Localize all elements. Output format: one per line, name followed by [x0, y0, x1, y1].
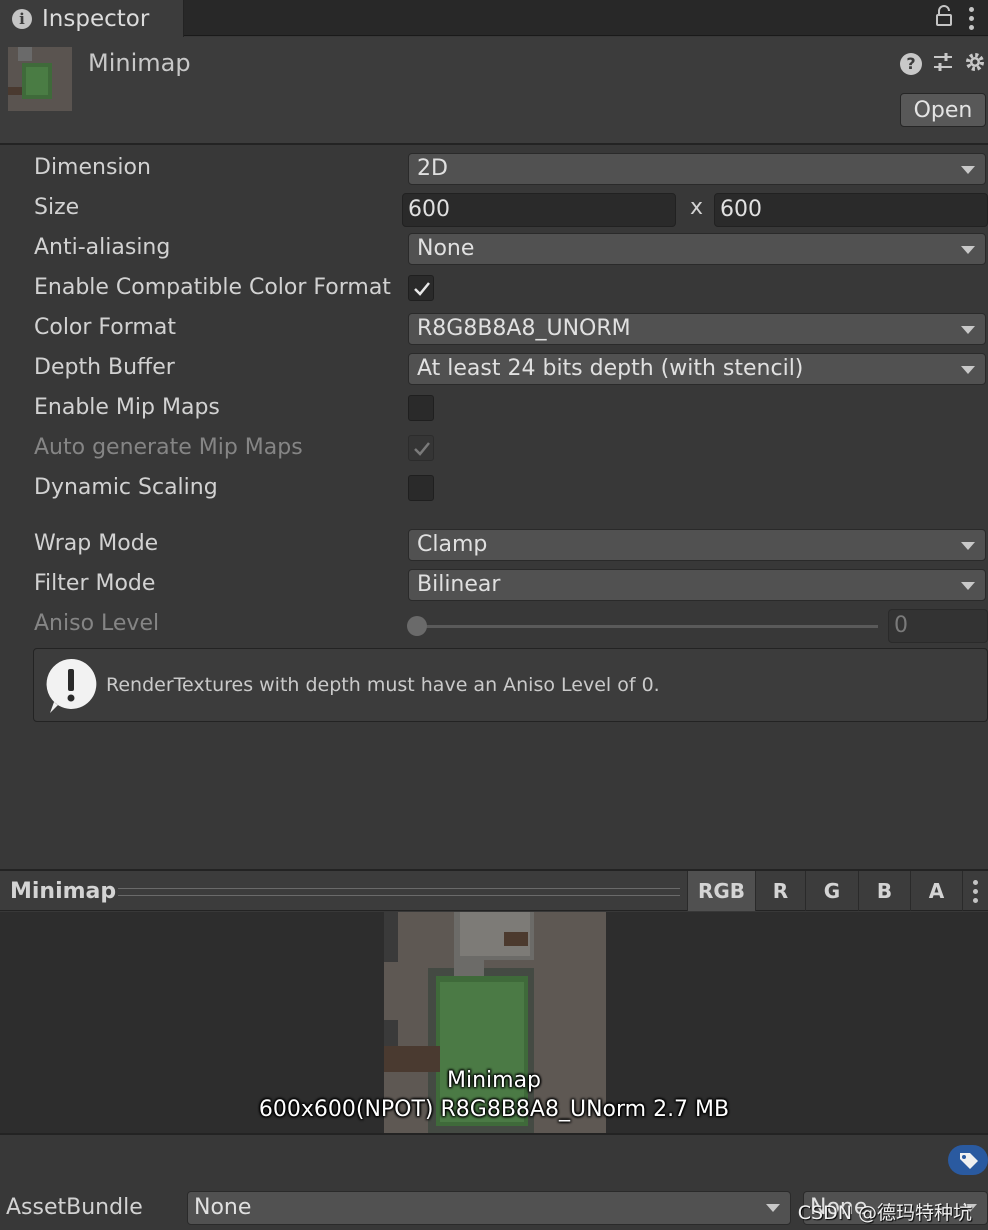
enable-mip-maps-checkbox[interactable] [408, 395, 434, 421]
preview-title: Minimap [10, 879, 117, 904]
asset-header: Minimap ? Open [0, 37, 988, 145]
checkmark-icon [414, 442, 430, 456]
presets-icon[interactable] [932, 51, 954, 77]
aniso-level-slider-track [416, 625, 878, 628]
info-icon: i [12, 8, 32, 29]
dynamic-scaling-label: Dynamic Scaling [34, 475, 218, 500]
row-dimension: Dimension 2D [0, 151, 988, 187]
row-size: Size 600 x 600 [0, 191, 988, 227]
preview-overlay-info: 600x600(NPOT) R8G8B8A8_UNorm 2.7 MB [258, 1097, 730, 1122]
row-anti-aliasing: Anti-aliasing None [0, 231, 988, 267]
dynamic-scaling-checkbox[interactable] [408, 475, 434, 501]
size-width-field[interactable]: 600 [402, 193, 676, 227]
tab-label: Inspector [42, 5, 150, 32]
dimension-value: 2D [417, 156, 448, 181]
gear-icon[interactable] [964, 51, 986, 77]
filter-mode-value: Bilinear [417, 572, 501, 597]
row-auto-generate-mip-maps: Auto generate Mip Maps [0, 431, 988, 467]
depth-buffer-label: Depth Buffer [34, 355, 175, 380]
aniso-level-label: Aniso Level [34, 611, 160, 636]
compatible-color-format-checkbox[interactable] [408, 275, 434, 301]
dimension-label: Dimension [34, 155, 151, 180]
row-enable-mip-maps: Enable Mip Maps [0, 391, 988, 427]
wrap-mode-dropdown[interactable]: Clamp [408, 529, 986, 561]
tag-icon[interactable] [948, 1145, 988, 1175]
preview-header: Minimap RGB R G B A [0, 869, 988, 911]
chevron-down-icon [961, 366, 975, 374]
checkmark-icon [414, 282, 430, 296]
chevron-down-icon [961, 246, 975, 254]
tab-menu-icon[interactable] [969, 6, 974, 30]
channel-g-button[interactable]: G [805, 871, 858, 911]
row-depth-buffer: Depth Buffer At least 24 bits depth (wit… [0, 351, 988, 387]
anti-aliasing-value: None [417, 236, 475, 261]
header-icons: ? [900, 51, 986, 77]
anti-aliasing-label: Anti-aliasing [34, 235, 171, 260]
row-wrap-mode: Wrap Mode Clamp [0, 527, 988, 563]
filter-mode-label: Filter Mode [34, 571, 156, 596]
row-compatible-color-format: Enable Compatible Color Format [0, 271, 988, 307]
color-format-value: R8G8B8A8_UNORM [417, 316, 631, 341]
lock-icon[interactable] [935, 5, 953, 31]
filter-mode-dropdown[interactable]: Bilinear [408, 569, 986, 601]
depth-buffer-value: At least 24 bits depth (with stencil) [417, 356, 804, 381]
asset-name: Minimap [88, 49, 191, 77]
preview-drag-handle[interactable] [118, 888, 680, 896]
asset-bundle-label: AssetBundle [6, 1195, 143, 1220]
asset-bundle-name-value: None [194, 1195, 252, 1220]
chevron-down-icon [961, 326, 975, 334]
channel-rgb-button[interactable]: RGB [687, 871, 755, 911]
row-dynamic-scaling: Dynamic Scaling [0, 471, 988, 507]
help-message: RenderTextures with depth must have an A… [106, 674, 660, 696]
tab-actions [935, 4, 974, 32]
aniso-level-field: 0 [888, 609, 988, 643]
size-label: Size [34, 195, 80, 220]
depth-buffer-dropdown[interactable]: At least 24 bits depth (with stencil) [408, 353, 986, 385]
row-filter-mode: Filter Mode Bilinear [0, 567, 988, 603]
compatible-color-format-label: Enable Compatible Color Format [34, 275, 391, 300]
tab-inspector[interactable]: i Inspector [0, 0, 184, 37]
anti-aliasing-dropdown[interactable]: None [408, 233, 986, 265]
wrap-mode-label: Wrap Mode [34, 531, 159, 556]
asset-bundle-name-dropdown[interactable]: None [187, 1191, 791, 1225]
help-box: RenderTextures with depth must have an A… [33, 648, 988, 722]
tab-bar: i Inspector [0, 0, 988, 37]
enable-mip-maps-label: Enable Mip Maps [34, 395, 220, 420]
aniso-level-slider-handle [407, 616, 427, 636]
chevron-down-icon [961, 542, 975, 550]
chevron-down-icon [961, 582, 975, 590]
color-format-label: Color Format [34, 315, 176, 340]
open-button[interactable]: Open [900, 93, 986, 127]
preview-area: Minimap 600x600(NPOT) R8G8B8A8_UNorm 2.7… [0, 912, 988, 1133]
auto-generate-mip-maps-label: Auto generate Mip Maps [34, 435, 303, 460]
preview-overlay-name: Minimap [446, 1068, 542, 1093]
size-separator: x [690, 195, 704, 220]
chevron-down-icon [766, 1204, 780, 1212]
preview-menu-icon[interactable] [962, 871, 988, 911]
auto-generate-mip-maps-checkbox [408, 435, 434, 461]
warning-icon [46, 658, 97, 713]
channel-r-button[interactable]: R [755, 871, 805, 911]
channel-a-button[interactable]: A [910, 871, 962, 911]
channel-b-button[interactable]: B [858, 871, 910, 911]
color-format-dropdown[interactable]: R8G8B8A8_UNORM [408, 313, 986, 345]
properties-panel: Dimension 2D Size 600 x 600 Anti-aliasin… [0, 147, 988, 869]
chevron-down-icon [961, 166, 975, 174]
size-height-field[interactable]: 600 [714, 193, 988, 227]
row-color-format: Color Format R8G8B8A8_UNORM [0, 311, 988, 347]
help-icon[interactable]: ? [900, 53, 922, 75]
wrap-mode-value: Clamp [417, 532, 488, 557]
asset-thumbnail [8, 47, 72, 111]
row-aniso-level: Aniso Level 0 [0, 607, 988, 643]
dimension-dropdown[interactable]: 2D [408, 153, 986, 185]
watermark: CSDN @德玛特种坑 [797, 1202, 972, 1224]
